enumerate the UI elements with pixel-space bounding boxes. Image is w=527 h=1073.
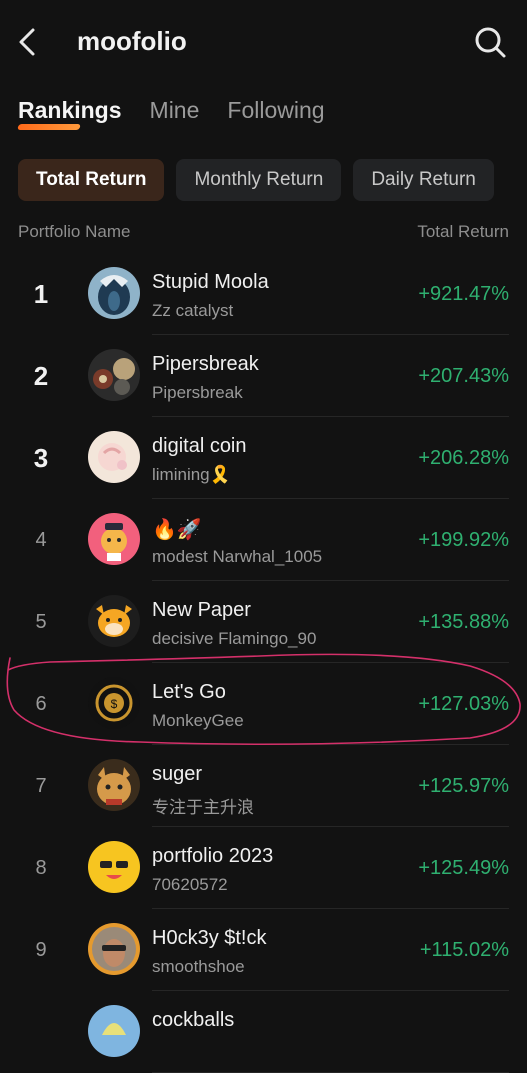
ranking-row[interactable]: 3 digital coin limining🎗️ +206.28% bbox=[0, 417, 527, 499]
rank-number: 2 bbox=[33, 360, 49, 391]
portfolio-name: cockballs bbox=[152, 1009, 235, 1031]
rank-number: 6 bbox=[35, 692, 47, 715]
portfolio-name: Let's Go bbox=[152, 681, 226, 703]
filter-monthly-return[interactable]: Monthly Return bbox=[176, 159, 342, 201]
avatar[interactable]: $ bbox=[88, 677, 140, 729]
portfolio-name: H0ck3y $t!ck bbox=[152, 927, 267, 949]
total-return-value: +921.47% bbox=[418, 283, 509, 305]
portfolio-name: 🔥🚀 bbox=[152, 519, 202, 541]
total-return-value: +127.03% bbox=[418, 693, 509, 715]
ranking-row[interactable]: 8 portfolio 2023 70620572 +125.49% bbox=[0, 827, 527, 909]
portfolio-name: suger bbox=[152, 763, 203, 785]
filter-total-return[interactable]: Total Return bbox=[18, 159, 165, 201]
ranking-row[interactable]: cockballs bbox=[0, 991, 527, 1073]
avatar[interactable] bbox=[88, 349, 140, 401]
rank-number: 8 bbox=[35, 856, 47, 879]
ranking-row[interactable]: 6 $ Let's Go MonkeyGee +127.03% bbox=[0, 663, 527, 745]
portfolio-name: New Paper bbox=[152, 599, 251, 621]
owner-name: 专注于主升浪 bbox=[152, 798, 254, 817]
avatar[interactable] bbox=[88, 841, 140, 893]
back-arrow-icon[interactable] bbox=[14, 26, 42, 58]
page-title: moofolio bbox=[77, 26, 187, 56]
column-total-return[interactable]: Total Return bbox=[417, 222, 509, 242]
portfolio-name: portfolio 2023 bbox=[152, 845, 274, 867]
owner-name: modest Narwhal_1005 bbox=[152, 547, 323, 566]
avatar[interactable] bbox=[88, 267, 140, 319]
avatar[interactable] bbox=[88, 1005, 140, 1057]
main-tabs: Rankings Mine Following bbox=[18, 97, 325, 137]
rank-number: 9 bbox=[35, 938, 47, 961]
avatar[interactable] bbox=[88, 431, 140, 483]
return-filter-chips: Total Return Monthly Return Daily Return bbox=[18, 159, 494, 201]
owner-name: MonkeyGee bbox=[152, 711, 244, 730]
ranking-row[interactable]: 7 suger 专注于主升浪 +125.97% bbox=[0, 745, 527, 827]
ranking-row[interactable]: 4 🔥🚀 modest Narwhal_1005 +199.92% bbox=[0, 499, 527, 581]
total-return-value: +135.88% bbox=[418, 611, 509, 633]
search-icon[interactable] bbox=[472, 24, 508, 60]
column-portfolio-name: Portfolio Name bbox=[18, 222, 131, 241]
total-return-value: +207.43% bbox=[418, 365, 509, 387]
column-header: Portfolio Name Total Return bbox=[18, 222, 509, 246]
tab-following[interactable]: Following bbox=[227, 97, 324, 124]
total-return-value: +206.28% bbox=[418, 447, 509, 469]
top-bar: moofolio bbox=[0, 0, 527, 86]
owner-name: Pipersbreak bbox=[152, 383, 243, 402]
avatar[interactable] bbox=[88, 595, 140, 647]
rankings-list: 1 Stupid Moola Zz catalyst +921.47% 2 Pi… bbox=[0, 253, 527, 1073]
ranking-row[interactable]: 1 Stupid Moola Zz catalyst +921.47% bbox=[0, 253, 527, 335]
owner-name: decisive Flamingo_90 bbox=[152, 629, 317, 648]
portfolio-name: Pipersbreak bbox=[152, 353, 259, 375]
tab-rankings[interactable]: Rankings bbox=[18, 97, 122, 124]
total-return-value: +125.49% bbox=[418, 857, 509, 879]
portfolio-name: digital coin bbox=[152, 435, 247, 457]
owner-name: Zz catalyst bbox=[152, 301, 234, 320]
rank-number: 4 bbox=[35, 528, 47, 551]
ranking-row[interactable]: 5 New Paper decisive Flamingo_90 +135.88… bbox=[0, 581, 527, 663]
rank-number: 5 bbox=[35, 610, 47, 633]
filter-daily-return[interactable]: Daily Return bbox=[353, 159, 494, 201]
avatar[interactable] bbox=[88, 923, 140, 975]
total-return-value: +199.92% bbox=[418, 529, 509, 551]
rank-number bbox=[20, 991, 62, 1073]
avatar[interactable] bbox=[88, 513, 140, 565]
total-return-value: +115.02% bbox=[419, 939, 509, 961]
portfolio-name: Stupid Moola bbox=[152, 271, 269, 293]
tab-mine[interactable]: Mine bbox=[150, 97, 200, 124]
total-return-value: +125.97% bbox=[418, 775, 509, 797]
avatar[interactable] bbox=[88, 759, 140, 811]
owner-name: 70620572 bbox=[152, 875, 228, 894]
svg-text:$: $ bbox=[111, 697, 118, 711]
rank-number: 3 bbox=[33, 442, 49, 473]
ranking-row[interactable]: 2 Pipersbreak Pipersbreak +207.43% bbox=[0, 335, 527, 417]
ranking-row[interactable]: 9 H0ck3y $t!ck smoothshoe +115.02% bbox=[0, 909, 527, 991]
owner-name: limining🎗️ bbox=[152, 465, 231, 484]
owner-name: smoothshoe bbox=[152, 957, 245, 976]
rank-number: 7 bbox=[35, 774, 47, 797]
rank-number: 1 bbox=[33, 278, 49, 309]
